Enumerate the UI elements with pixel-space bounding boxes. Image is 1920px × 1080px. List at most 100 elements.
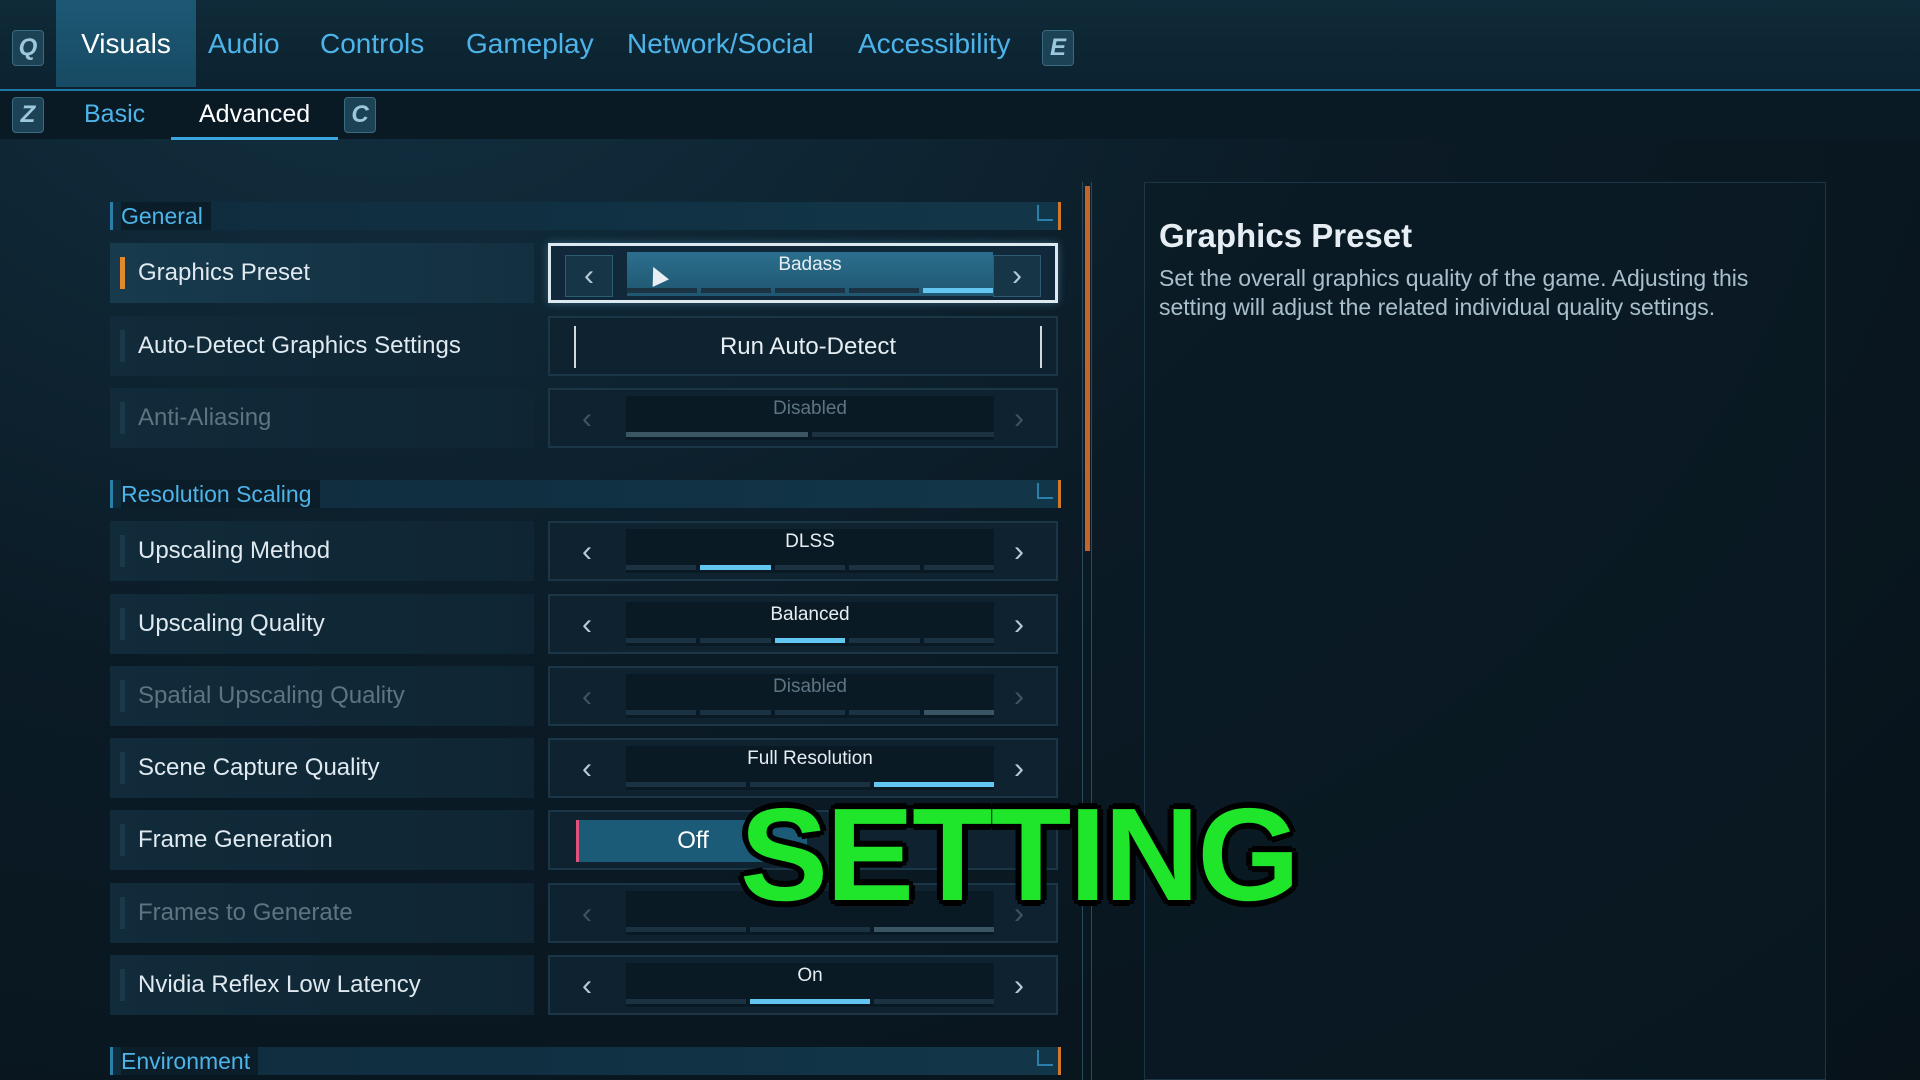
auto-detect-control: Run Auto-Detect	[548, 316, 1058, 376]
setting-value: Disabled	[773, 676, 847, 697]
setting-value: Badass	[778, 254, 842, 275]
chevron-left-icon[interactable]: ‹	[564, 532, 610, 572]
level-indicator	[626, 710, 995, 715]
subtab-advanced[interactable]: Advanced	[171, 91, 339, 140]
value-box: Badass	[627, 252, 993, 296]
setting-name: Nvidia Reflex Low Latency	[138, 971, 421, 998]
level-segment	[626, 782, 746, 787]
tab-gameplay[interactable]: Gameplay	[444, 0, 616, 87]
setting-row-auto-detect[interactable]: Auto-Detect Graphics Settings Run Auto-D…	[110, 316, 1058, 376]
collapse-icon[interactable]	[1037, 483, 1053, 499]
level-segment	[849, 710, 920, 715]
setting-label-cell: Spatial Upscaling Quality	[110, 666, 534, 726]
upscaling-quality-selector[interactable]: ‹ Balanced ›	[548, 594, 1058, 654]
section-edge	[1058, 1047, 1061, 1075]
upscaling-method-selector[interactable]: ‹ DLSS ›	[548, 521, 1058, 581]
row-indicator	[120, 752, 125, 784]
level-segment	[700, 638, 771, 643]
tab-network-social[interactable]: Network/Social	[605, 0, 836, 87]
setting-row-upscaling-method[interactable]: Upscaling Method ‹ DLSS ›	[110, 521, 1058, 581]
chevron-right-icon: ›	[1014, 680, 1024, 713]
section-environment: Environment	[110, 1047, 1061, 1075]
graphics-preset-selector[interactable]: ‹ Badass ›	[548, 243, 1058, 303]
chevron-left-icon[interactable]: ‹	[564, 966, 610, 1006]
chevron-right-icon[interactable]: ›	[996, 966, 1042, 1006]
selection-indicator	[120, 257, 125, 289]
setting-name: Frame Generation	[138, 826, 333, 853]
section-title: Environment	[121, 1047, 259, 1075]
prev-subtab-key-icon[interactable]: Z	[12, 97, 44, 133]
value-box: DLSS	[626, 529, 995, 573]
section-edge	[1058, 480, 1061, 508]
setting-label-cell: Graphics Preset	[110, 243, 534, 303]
tab-audio[interactable]: Audio	[186, 0, 302, 87]
setting-label-cell: Upscaling Quality	[110, 594, 534, 654]
level-segment	[923, 638, 995, 643]
level-segment	[923, 710, 995, 715]
chevron-left-icon[interactable]: ‹	[564, 605, 610, 645]
prev-tab-key-icon[interactable]: Q	[12, 30, 44, 66]
row-indicator	[120, 330, 125, 362]
setting-row-nvidia-reflex[interactable]: Nvidia Reflex Low Latency ‹ On ›	[110, 955, 1058, 1015]
level-segment	[775, 288, 845, 293]
level-segment	[626, 710, 697, 715]
scrollbar-thumb[interactable]	[1085, 186, 1090, 551]
setting-row-spatial-upscaling-quality: Spatial Upscaling Quality ‹ Disabled ›	[110, 666, 1058, 726]
value-box: Balanced	[626, 602, 995, 646]
subtab-bar: Z Basic Advanced C	[0, 91, 1920, 140]
level-segment	[627, 288, 697, 293]
chevron-left-icon: ‹	[582, 897, 592, 930]
section-edge	[1058, 202, 1061, 230]
level-segment	[700, 710, 771, 715]
setting-row-upscaling-quality[interactable]: Upscaling Quality ‹ Balanced ›	[110, 594, 1058, 654]
level-segment	[626, 927, 746, 932]
tab-controls[interactable]: Controls	[298, 0, 446, 87]
setting-value: Full Resolution	[747, 748, 873, 769]
row-indicator	[120, 897, 125, 929]
section-title: Resolution Scaling	[121, 480, 320, 508]
row-indicator	[120, 608, 125, 640]
level-segment	[874, 999, 994, 1004]
level-indicator	[627, 288, 993, 293]
level-segment	[626, 638, 697, 643]
chevron-left-icon[interactable]: ‹	[564, 749, 610, 789]
setting-name: Anti-Aliasing	[138, 404, 272, 431]
value-box: Disabled	[626, 674, 995, 718]
setting-row-graphics-preset[interactable]: Graphics Preset ‹ Badass ›	[110, 243, 1058, 303]
row-indicator	[120, 680, 125, 712]
level-segment	[626, 432, 808, 437]
setting-label-cell: Scene Capture Quality	[110, 738, 534, 798]
chevron-right-icon[interactable]: ›	[996, 532, 1042, 572]
chevron-left-icon[interactable]: ‹	[565, 255, 613, 297]
nvidia-reflex-selector[interactable]: ‹ On ›	[548, 955, 1058, 1015]
description-title: Graphics Preset	[1159, 217, 1413, 254]
setting-name: Auto-Detect Graphics Settings	[138, 332, 461, 359]
chevron-right-icon[interactable]: ›	[996, 605, 1042, 645]
level-segment	[923, 565, 995, 570]
level-segment	[849, 565, 920, 570]
setting-label-cell: Nvidia Reflex Low Latency	[110, 955, 534, 1015]
level-segment	[849, 638, 920, 643]
level-segment	[750, 999, 870, 1004]
chevron-right-icon: ›	[1014, 402, 1024, 435]
next-subtab-key-icon[interactable]: C	[344, 97, 376, 133]
setting-name: Frames to Generate	[138, 899, 353, 926]
chevron-left-icon: ‹	[582, 402, 592, 435]
collapse-icon[interactable]	[1037, 205, 1053, 221]
collapse-icon[interactable]	[1037, 1050, 1053, 1066]
level-segment	[626, 999, 746, 1004]
section-general: General	[110, 202, 1061, 230]
level-segment	[849, 288, 919, 293]
tab-visuals[interactable]: Visuals	[56, 0, 196, 87]
description-text: Set the overall graphics quality of the …	[1159, 265, 1749, 320]
run-auto-detect-button[interactable]: Run Auto-Detect	[574, 326, 1042, 368]
subtab-basic[interactable]: Basic	[56, 91, 173, 137]
chevron-right-icon[interactable]: ›	[993, 255, 1041, 297]
section-title: General	[121, 202, 211, 230]
tab-accessibility[interactable]: Accessibility	[836, 0, 1032, 87]
setting-name: Graphics Preset	[138, 259, 311, 286]
anti-aliasing-selector: ‹ Disabled ›	[548, 388, 1058, 448]
setting-name: Upscaling Quality	[138, 610, 325, 637]
next-tab-key-icon[interactable]: E	[1042, 30, 1074, 66]
level-segment	[701, 288, 771, 293]
